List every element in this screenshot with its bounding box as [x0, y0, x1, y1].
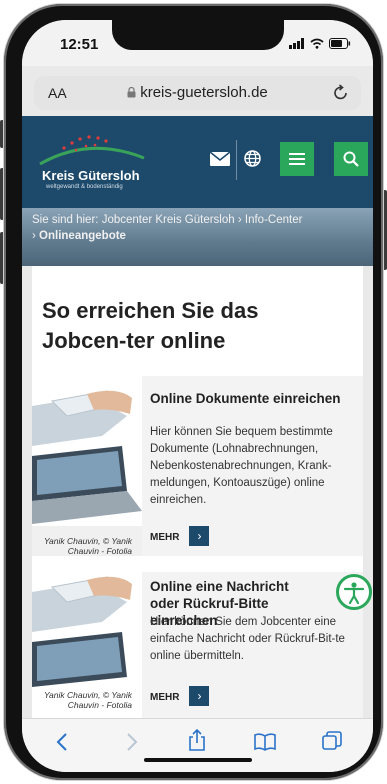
card-title[interactable]: Online Dokumente einreichen [150, 390, 350, 407]
url-text: kreis-guetersloh.de [140, 84, 268, 101]
more-link[interactable]: MEHR › [150, 526, 210, 546]
page-title: So erreichen Sie das Jobcen-ter online [42, 298, 259, 353]
bookmarks-icon[interactable] [254, 733, 276, 751]
home-indicator [144, 758, 252, 762]
accessibility-button[interactable] [336, 574, 372, 610]
tabs-icon[interactable] [322, 731, 342, 751]
address-bar[interactable]: AA kreis-guetersloh.de [34, 76, 361, 110]
accessibility-icon [343, 582, 365, 605]
url-field[interactable]: kreis-guetersloh.de [34, 84, 361, 101]
more-link[interactable]: MEHR › [150, 686, 210, 706]
more-label: MEHR [150, 692, 180, 704]
search-icon [343, 151, 359, 167]
site-header: Kreis Gütersloh weltgewandt & bodenständ… [22, 116, 373, 208]
battery-icon [329, 38, 351, 49]
breadcrumb-link-info-center[interactable]: Info-Center [245, 214, 303, 226]
more-label: MEHR [150, 532, 180, 544]
chevron-right-icon: › [237, 214, 242, 226]
breadcrumb: Sie sind hier: Jobcenter Kreis Gütersloh… [32, 212, 362, 244]
logo-subtitle: weltgewandt & bodenständig [46, 184, 123, 190]
lock-icon [127, 86, 136, 98]
reload-icon[interactable] [333, 84, 349, 102]
status-icons [289, 38, 351, 49]
header-divider [236, 140, 237, 180]
breadcrumb-link-jobcenter[interactable]: Jobcenter Kreis Gütersloh [102, 214, 235, 226]
wifi-icon [310, 38, 324, 49]
phone-frame: 12:51 AA kreis-guetersloh.de Kreis Güter… [4, 4, 383, 780]
breadcrumb-prefix: Sie sind hier: [32, 214, 99, 226]
card-online-documents[interactable]: Yanik Chauvin, © Yanik Chauvin - Fotolia… [32, 376, 363, 556]
menu-icon [289, 153, 305, 165]
card-description: Hier können Sie dem Jobcenter eine einfa… [150, 616, 345, 662]
status-time: 12:51 [60, 36, 99, 53]
card-image [32, 376, 142, 526]
image-credit: Yanik Chauvin, © Yanik Chauvin - Fotolia [43, 690, 132, 710]
browser-toolbar [22, 718, 373, 772]
card-panel: Online Dokumente einreichen Hier können … [142, 376, 363, 556]
menu-button[interactable] [280, 142, 314, 176]
chevron-right-icon: › [32, 230, 36, 242]
signal-icon [289, 38, 304, 49]
share-icon[interactable] [188, 729, 206, 751]
globe-icon[interactable] [244, 150, 261, 167]
image-credit: Yanik Chauvin, © Yanik Chauvin - Fotolia [43, 536, 132, 556]
forward-icon[interactable] [126, 733, 138, 751]
card-description: Hier können Sie bequem bestimmte Dokumen… [150, 426, 333, 506]
search-button[interactable] [334, 142, 368, 176]
chevron-right-icon[interactable]: › [189, 526, 210, 546]
chevron-right-icon[interactable]: › [189, 686, 210, 706]
card-online-message[interactable]: Yanik Chauvin, © Yanik Chauvin - Fotolia… [32, 572, 363, 718]
back-icon[interactable] [56, 733, 68, 751]
breadcrumb-current: Onlineangebote [39, 230, 126, 242]
mail-icon[interactable] [210, 152, 230, 166]
logo-title: Kreis Gütersloh [42, 168, 140, 183]
logo-arc-icon [39, 135, 145, 166]
screen: 12:51 AA kreis-guetersloh.de Kreis Güter… [22, 20, 373, 772]
card-panel: Online eine Nachricht oder Rückruf-Bitte… [142, 572, 363, 718]
notch [112, 20, 284, 50]
site-logo[interactable]: Kreis Gütersloh weltgewandt & bodenständ… [34, 130, 174, 190]
